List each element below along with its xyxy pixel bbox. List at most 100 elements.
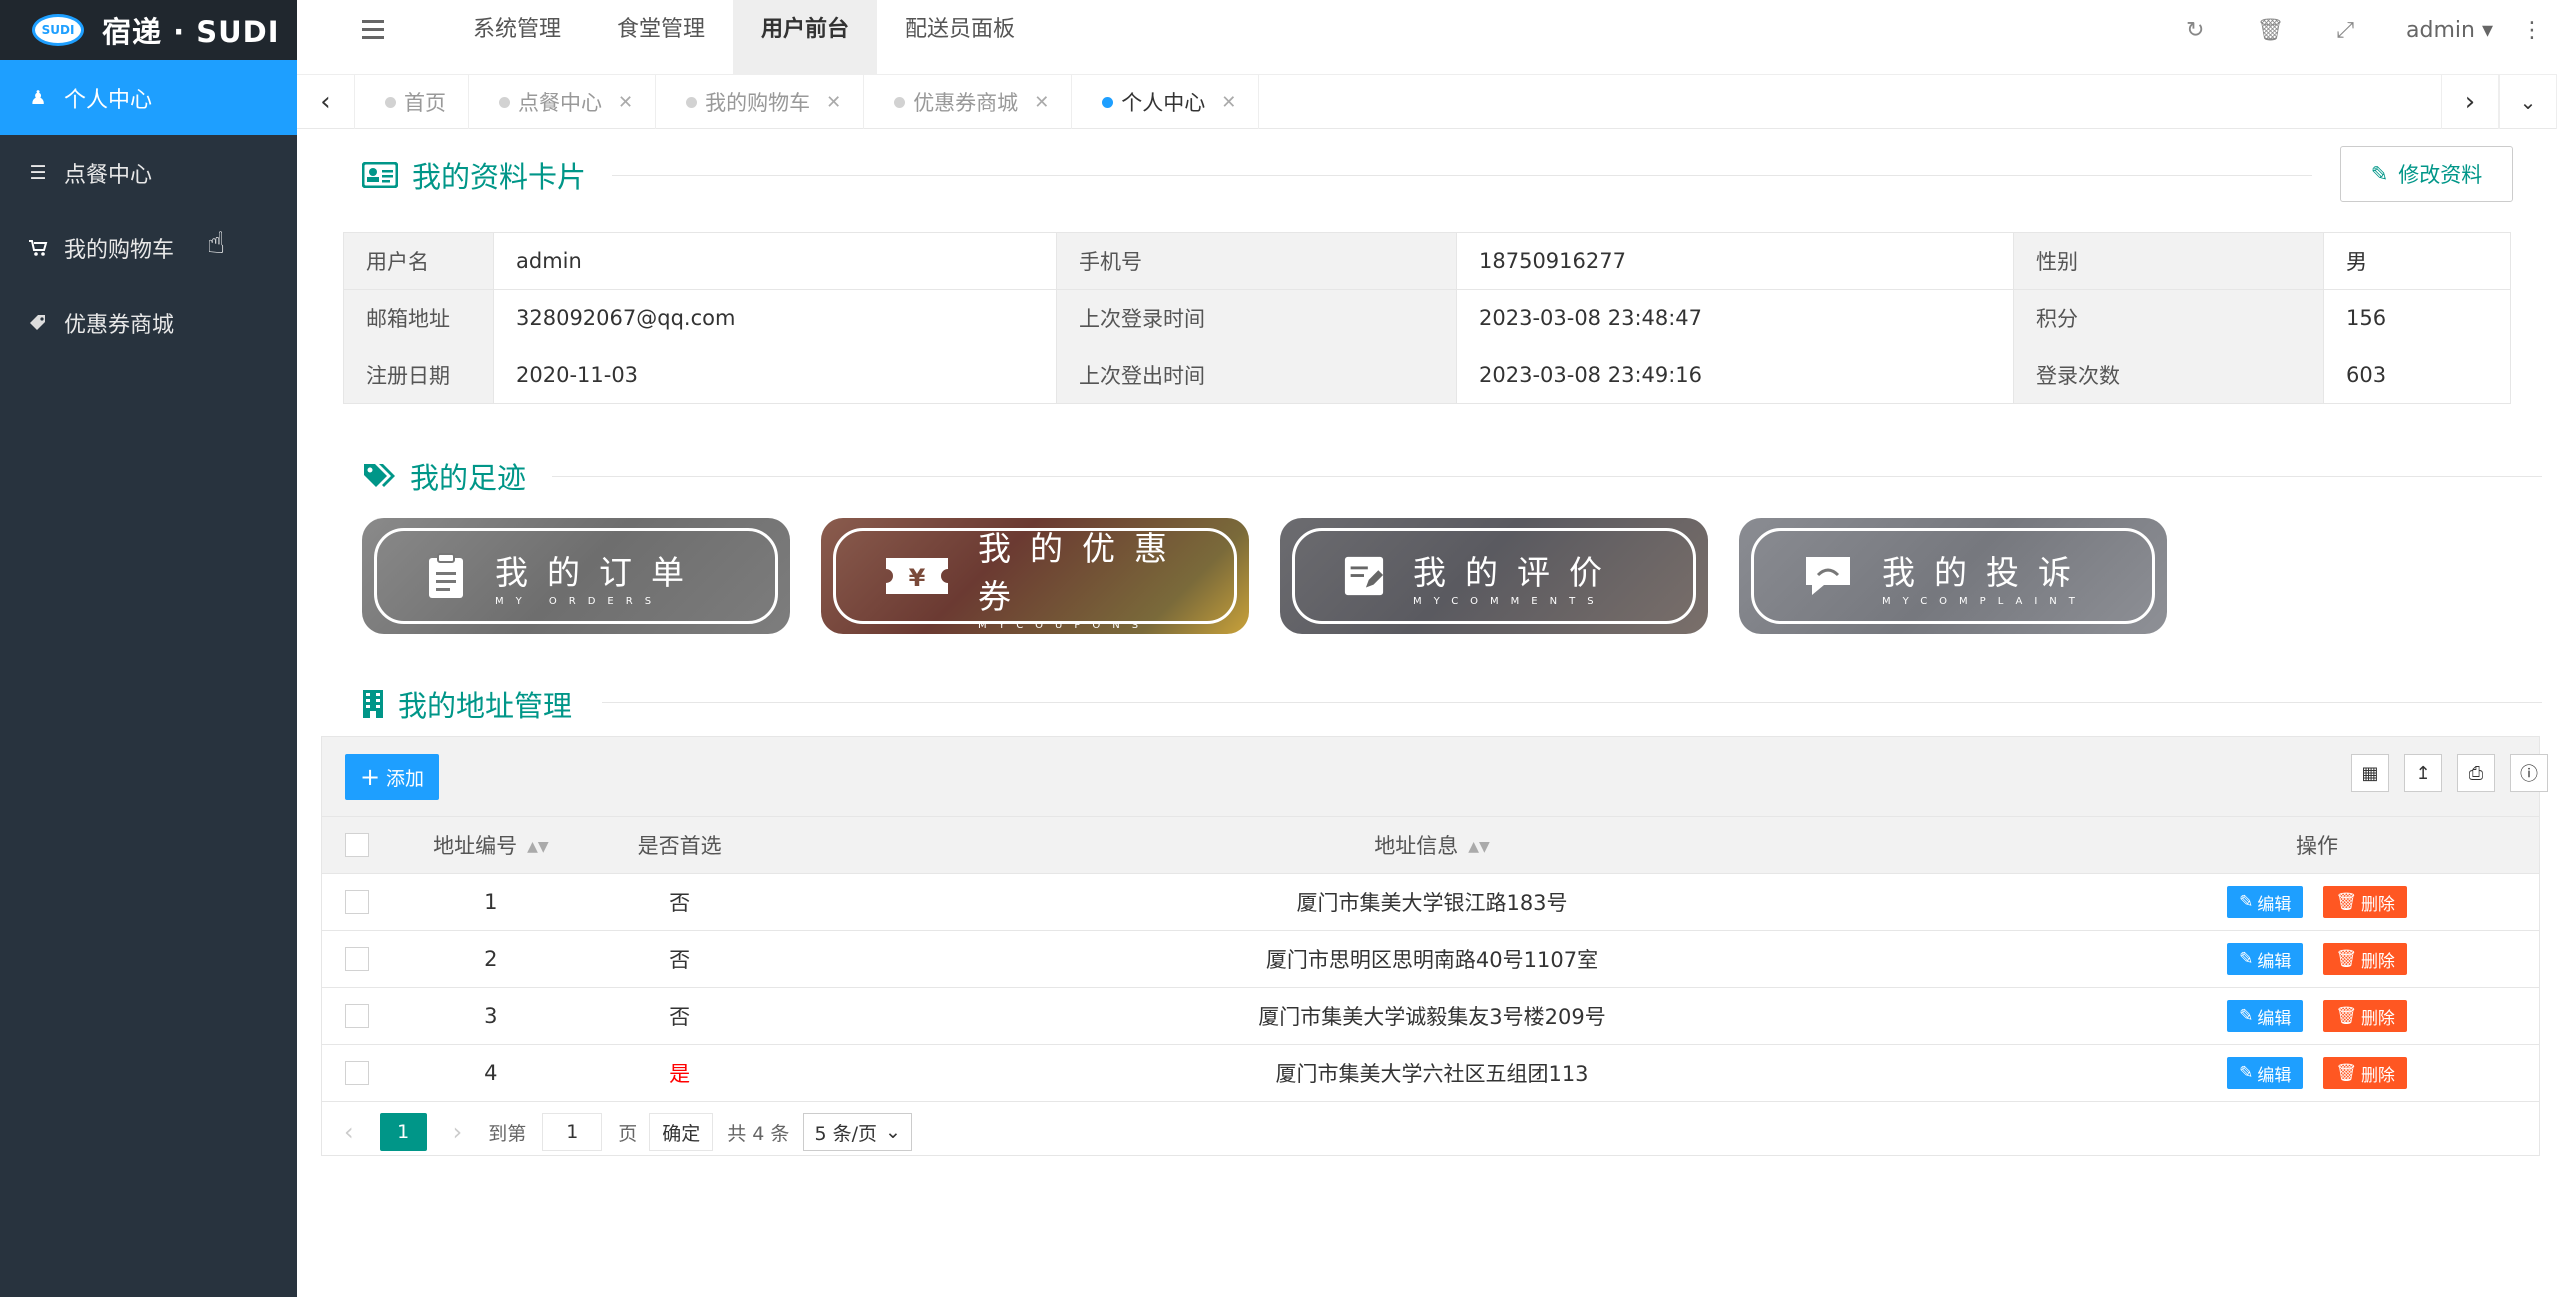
user-icon: ♟ xyxy=(29,86,47,109)
row-checkbox[interactable] xyxy=(345,947,369,971)
field-label: 用户名 xyxy=(343,232,494,290)
tile-title: 我的投诉 xyxy=(1882,552,2090,592)
edit-profile-button[interactable]: ✎ 修改资料 xyxy=(2340,146,2513,202)
page-size-select[interactable]: 5 条/页 ⌄ xyxy=(803,1113,912,1151)
field-label: 邮箱地址 xyxy=(343,289,494,347)
tab-profile[interactable]: 个人中心 ✕ xyxy=(1072,75,1260,129)
edit-label: 编辑 xyxy=(2257,1065,2292,1086)
info-icon[interactable]: ⓘ xyxy=(2510,754,2548,792)
tab-close-icon[interactable]: ✕ xyxy=(1034,92,1049,113)
cell-addr: 厦门市集美大学六社区五组团113 xyxy=(1275,1062,1589,1086)
field-label: 注册日期 xyxy=(343,346,494,404)
row-checkbox[interactable] xyxy=(345,1004,369,1028)
tile-title: 我的优惠券 xyxy=(978,528,1186,616)
tab-label: 优惠券商城 xyxy=(913,91,1019,115)
tab-home[interactable]: 首页 xyxy=(355,75,469,129)
footprint-title: 我的足迹 xyxy=(410,461,527,495)
delete-button[interactable]: 🗑 删除 xyxy=(2323,1057,2407,1089)
delete-label: 删除 xyxy=(2360,1008,2395,1029)
header-id[interactable]: 地址编号 ▲▼ xyxy=(392,830,591,860)
next-page-icon[interactable]: › xyxy=(453,1118,463,1146)
row-checkbox[interactable] xyxy=(345,1061,369,1085)
tag-icon xyxy=(26,313,50,333)
coupon-icon: ¥ xyxy=(884,552,950,600)
topnav-user-front[interactable]: 用户前台 xyxy=(733,0,878,75)
tab-dot xyxy=(894,96,906,108)
tab-prev-icon[interactable]: ‹ xyxy=(297,75,355,129)
cell-id: 2 xyxy=(484,947,498,971)
fullscreen-icon[interactable]: ⤢ xyxy=(2336,18,2354,43)
confirm-button[interactable]: 确定 xyxy=(649,1113,714,1151)
prev-page-icon[interactable]: ‹ xyxy=(344,1118,354,1146)
app-title: 宿递 · SUDI xyxy=(102,15,280,49)
select-all-checkbox[interactable] xyxy=(345,833,369,857)
header-addr[interactable]: 地址信息 ▲▼ xyxy=(769,830,2095,860)
tab-label: 我的购物车 xyxy=(705,91,811,115)
sidebar-item-order[interactable]: ☰ 点餐中心 xyxy=(0,135,297,210)
add-address-button[interactable]: + 添加 xyxy=(345,754,439,800)
tab-next-icon[interactable]: › xyxy=(2441,75,2499,129)
tab-close-icon[interactable]: ✕ xyxy=(618,92,633,113)
row-checkbox[interactable] xyxy=(345,890,369,914)
tab-close-icon[interactable]: ✕ xyxy=(1221,92,1236,113)
edit-button[interactable]: ✎ 编辑 xyxy=(2227,1057,2304,1089)
my-orders-tile[interactable]: 我的订单 MY ORDERS xyxy=(362,518,790,634)
tab-order[interactable]: 点餐中心 ✕ xyxy=(469,75,657,129)
field-value: 328092067@qq.com xyxy=(493,289,1057,347)
tab-dot xyxy=(1102,96,1114,108)
user-menu[interactable]: admin ▾ xyxy=(2406,18,2493,43)
my-complaints-tile[interactable]: 我的投诉 MYCOMPLAINT xyxy=(1739,518,2167,634)
refresh-icon[interactable]: ↻ xyxy=(2186,18,2204,43)
columns-icon[interactable]: ▦ xyxy=(2351,754,2389,792)
field-value: 男 xyxy=(2323,232,2511,290)
page-unit: 页 xyxy=(618,1122,638,1145)
edit-profile-label: 修改资料 xyxy=(2398,163,2483,187)
tab-dot xyxy=(385,96,396,108)
tab-coupons[interactable]: 优惠券商城 ✕ xyxy=(864,75,1073,129)
delete-button[interactable]: 🗑 删除 xyxy=(2323,886,2407,918)
trash-icon: 🗑 xyxy=(2335,892,2357,912)
delete-button[interactable]: 🗑 删除 xyxy=(2323,943,2407,975)
sidebar-item-cart[interactable]: 我的购物车 xyxy=(0,210,297,285)
field-value: admin xyxy=(493,232,1057,290)
current-page[interactable]: 1 xyxy=(379,1113,427,1151)
tab-cart[interactable]: 我的购物车 ✕ xyxy=(656,75,865,129)
my-comments-tile[interactable]: 我的评价 MYCOMMENTS xyxy=(1280,518,1708,634)
edit-button[interactable]: ✎ 编辑 xyxy=(2227,943,2304,975)
table-row: 3 否 厦门市集美大学诚毅集友3号楼209号 ✎ 编辑 🗑 删除 xyxy=(322,988,2539,1045)
tile-subtitle: MYCOUPONS xyxy=(978,619,1151,631)
topnav-canteen[interactable]: 食堂管理 xyxy=(589,0,733,75)
sort-icon[interactable]: ▲▼ xyxy=(1468,839,1490,855)
divider xyxy=(552,476,2542,477)
export-icon[interactable]: ↥ xyxy=(2404,754,2442,792)
more-icon[interactable]: ⋮ xyxy=(2521,18,2543,43)
topnav-delivery[interactable]: 配送员面板 xyxy=(877,0,1043,75)
tab-menu-chevron-down-icon[interactable]: ⌄ xyxy=(2499,75,2557,129)
edit-button[interactable]: ✎ 编辑 xyxy=(2227,886,2304,918)
tab-label: 个人中心 xyxy=(1121,91,1206,115)
svg-text:¥: ¥ xyxy=(909,564,926,592)
sidebar-item-profile[interactable]: ♟ 个人中心 xyxy=(0,60,297,135)
tile-subtitle: MY ORDERS xyxy=(495,595,664,607)
trash-icon[interactable]: 🗑 xyxy=(2256,18,2284,43)
tab-close-icon[interactable]: ✕ xyxy=(826,92,841,113)
profile-section-title: 我的资料卡片 xyxy=(362,154,586,196)
tab-label: 首页 xyxy=(404,91,446,115)
main-content: 我的资料卡片 ✎ 修改资料 用户名 admin 手机号 18750916277 … xyxy=(297,130,2557,1297)
edit-label: 编辑 xyxy=(2257,951,2292,972)
sidebar-item-coupons[interactable]: 优惠券商城 xyxy=(0,285,297,360)
cell-first: 是 xyxy=(669,1062,691,1086)
menu-toggle-icon[interactable] xyxy=(362,20,384,44)
cell-first: 否 xyxy=(669,948,691,972)
print-icon[interactable]: ⎙ xyxy=(2457,754,2495,792)
edit-button[interactable]: ✎ 编辑 xyxy=(2227,1000,2304,1032)
sort-icon[interactable]: ▲▼ xyxy=(527,839,549,855)
pencil-icon: ✎ xyxy=(2239,1006,2254,1026)
page-input[interactable]: 1 xyxy=(542,1113,603,1151)
field-value: 18750916277 xyxy=(1456,232,2014,290)
my-coupons-tile[interactable]: ¥ 我的优惠券 MYCOUPONS xyxy=(821,518,1249,634)
pagination: ‹ 1 › 到第 1 页 确定 共 4 条 5 条/页 ⌄ xyxy=(322,1102,2539,1162)
topnav-system[interactable]: 系统管理 xyxy=(445,0,589,75)
delete-button[interactable]: 🗑 删除 xyxy=(2323,1000,2407,1032)
header-op: 操作 xyxy=(2296,834,2339,858)
